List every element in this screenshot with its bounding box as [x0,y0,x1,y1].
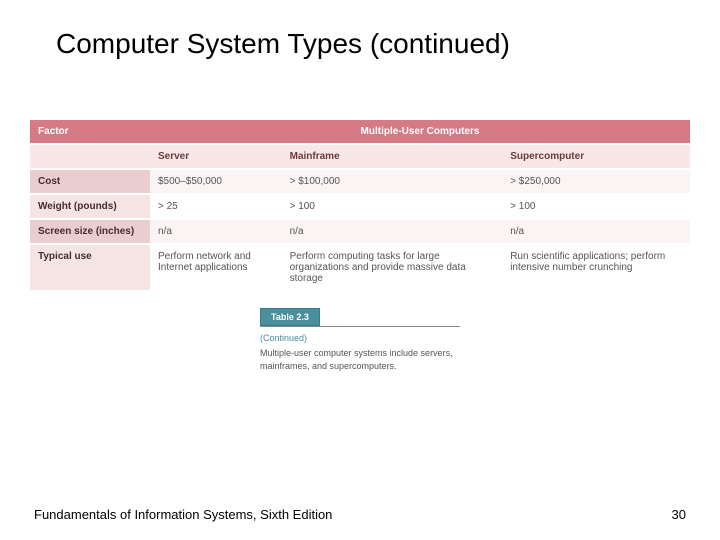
col-subheader-supercomputer: Supercomputer [502,144,690,169]
col-subheader-blank [30,144,150,169]
cell: Perform network and Internet application… [150,244,282,290]
table-row: Screen size (inches) n/a n/a n/a [30,219,690,244]
slide-title: Computer System Types (continued) [0,0,720,60]
table-row: Cost $500–$50,000 > $100,000 > $250,000 [30,169,690,194]
col-header-factor: Factor [30,120,150,144]
col-subheader-server: Server [150,144,282,169]
row-label-cost: Cost [30,169,150,194]
row-label-weight: Weight (pounds) [30,194,150,219]
caption-tag: Table 2.3 [260,308,320,326]
cell: > $250,000 [502,169,690,194]
cell: > $100,000 [282,169,503,194]
caption-text: Multiple-user computer systems include s… [260,347,460,372]
cell: > 100 [502,194,690,219]
cell: Perform computing tasks for large organi… [282,244,503,290]
row-label-screen: Screen size (inches) [30,219,150,244]
cell: > 100 [282,194,503,219]
slide-footer: Fundamentals of Information Systems, Six… [0,507,720,522]
table-row: Weight (pounds) > 25 > 100 > 100 [30,194,690,219]
footer-source: Fundamentals of Information Systems, Six… [34,507,332,522]
col-header-span: Multiple-User Computers [150,120,690,144]
col-subheader-mainframe: Mainframe [282,144,503,169]
cell: Run scientific applications; perform int… [502,244,690,290]
table-caption: Table 2.3 (Continued) Multiple-user comp… [260,308,460,372]
caption-continued: (Continued) [260,333,460,343]
comparison-table: Factor Multiple-User Computers Server Ma… [30,120,690,290]
cell: $500–$50,000 [150,169,282,194]
table-row: Typical use Perform network and Internet… [30,244,690,290]
cell: > 25 [150,194,282,219]
cell: n/a [150,219,282,244]
cell: n/a [502,219,690,244]
row-label-use: Typical use [30,244,150,290]
cell: n/a [282,219,503,244]
comparison-table-container: Factor Multiple-User Computers Server Ma… [30,120,690,290]
footer-page-number: 30 [672,507,686,522]
